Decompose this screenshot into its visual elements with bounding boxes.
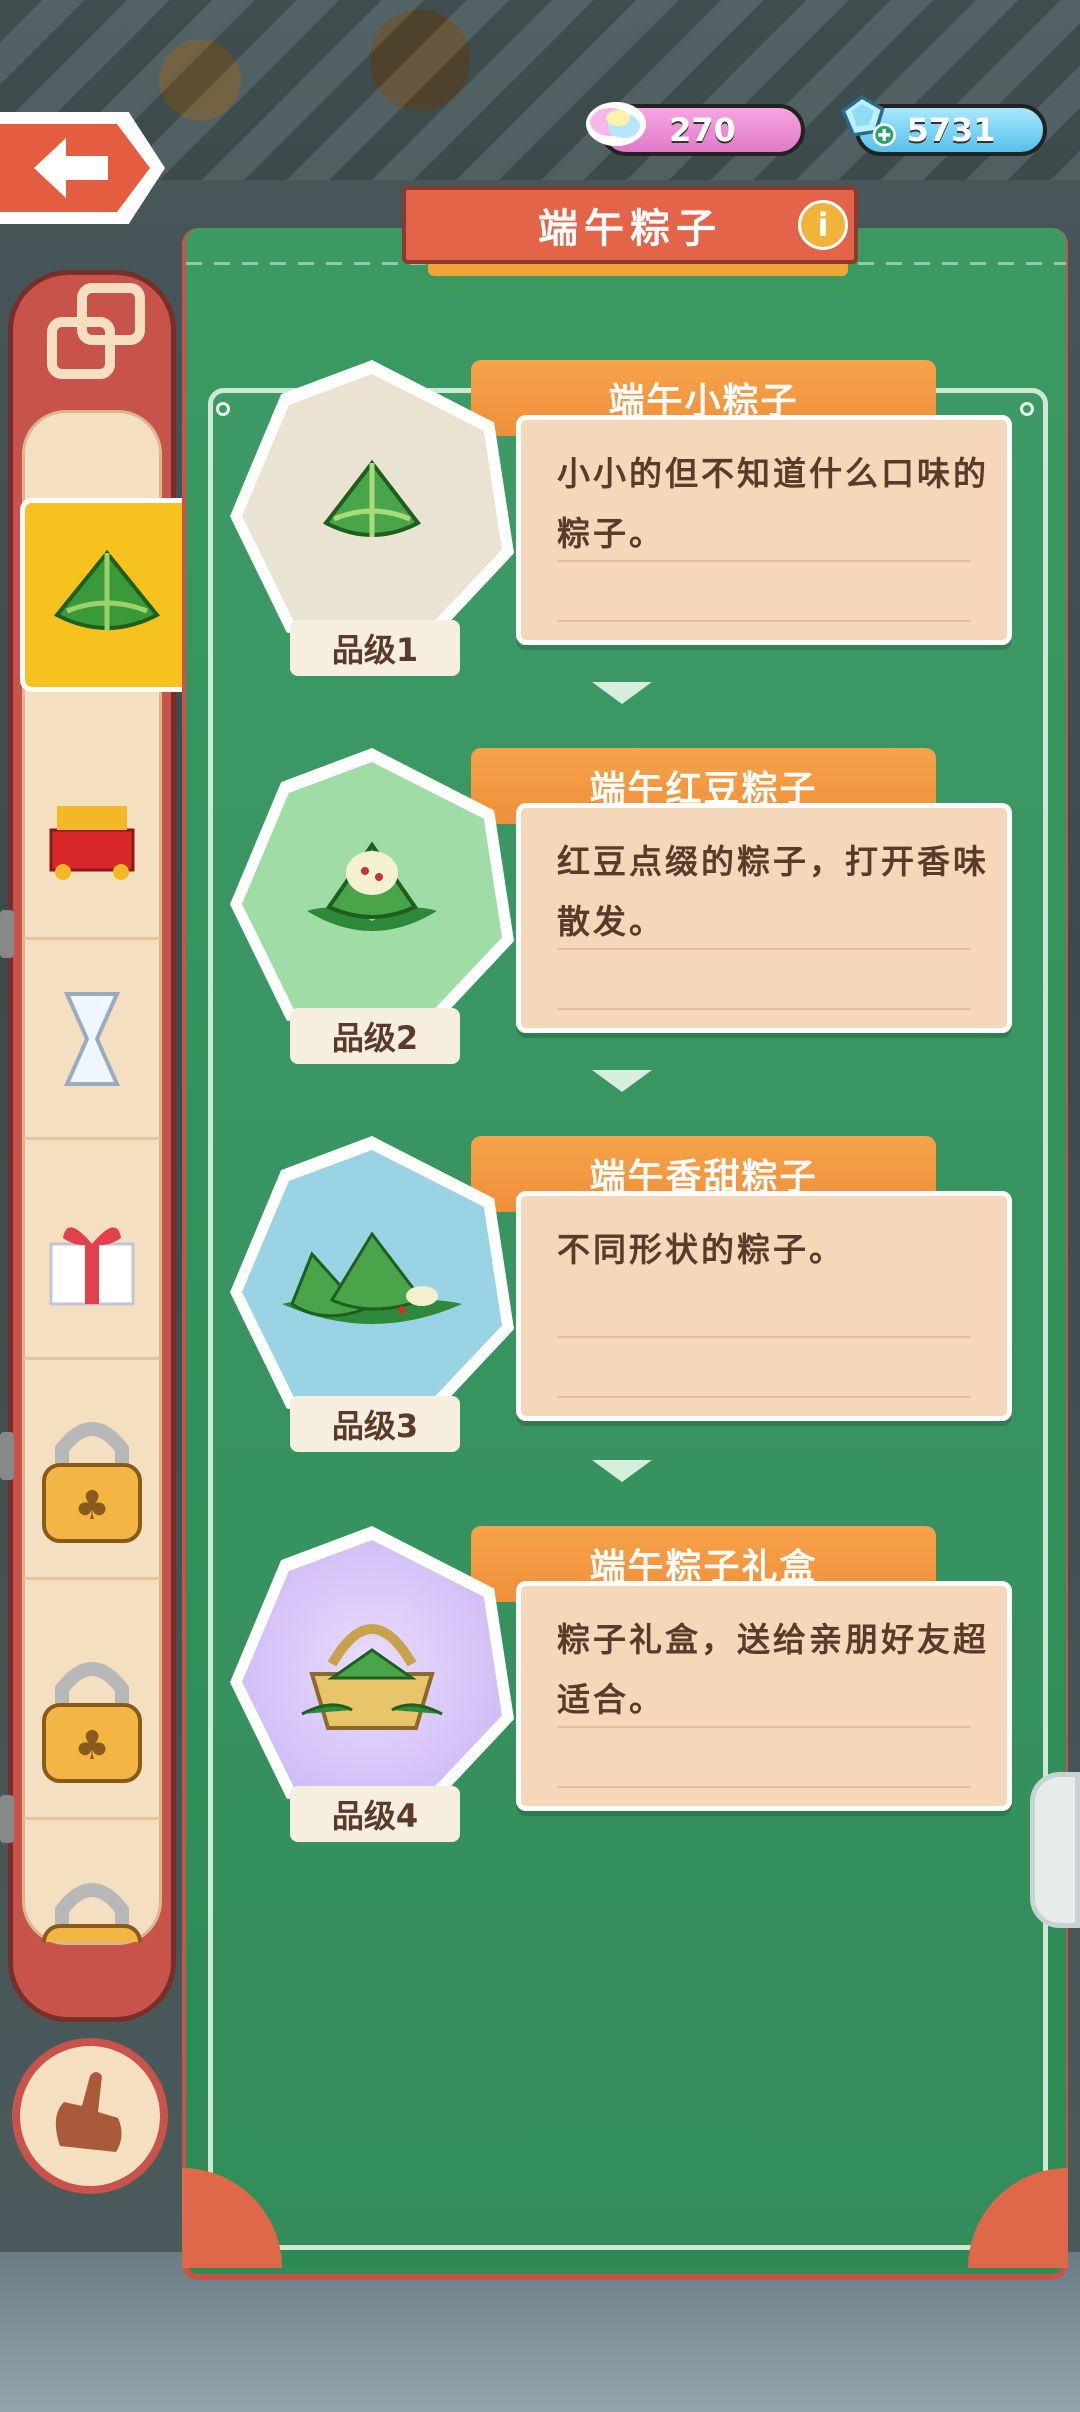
zongzi-gift-basket-icon (301, 1624, 443, 1730)
sidebar-item-zongzi[interactable] (20, 498, 194, 692)
item-grade: 品级3 (290, 1396, 460, 1452)
hourglass-icon (63, 991, 121, 1086)
collection-icon (47, 283, 145, 379)
item-description-box: 小小的但不知道什么口味的粽子。 (516, 415, 1012, 652)
item-grade: 品级1 (290, 620, 460, 676)
lock-icon: ♣ (42, 1421, 142, 1543)
svg-text:♣: ♣ (74, 1723, 110, 1769)
hand-pointer-icon (55, 2072, 122, 2152)
item-grade: 品级2 (290, 1008, 460, 1064)
item-card: 端午小粽子 小小的但不知道什么口味的粽子。 品级1 (226, 360, 1022, 676)
item-description-box: 红豆点缀的粽子，打开香味散发。 (516, 803, 1012, 1040)
sidebar-scroll-tab (0, 1432, 14, 1480)
item-description-box: 不同形状的粽子。 (516, 1191, 1012, 1428)
item-card: 端午红豆粽子 红豆点缀的粽子，打开香味散发。 品级2 (226, 748, 1022, 1064)
title-banner-ribbon (428, 262, 848, 276)
cotton-candy-count: 270 (669, 111, 736, 149)
item-description: 不同形状的粽子。 (557, 1230, 845, 1269)
sidebar-item-gift[interactable] (24, 1160, 160, 1360)
panel-title-text: 端午粽子 (538, 206, 722, 252)
back-arrow-icon (34, 138, 108, 198)
sidebar-item-locked-2[interactable]: ♣ (24, 1620, 160, 1820)
zongzi-icon (53, 549, 161, 631)
cotton-candy-icon (586, 102, 646, 146)
sidebar-item-dragon-boat[interactable] (24, 740, 160, 940)
item-description: 小小的但不知道什么口味的粽子。 (557, 454, 989, 553)
dragon-boat-icon (49, 805, 135, 880)
sweet-zongzi-icon (282, 1231, 462, 1324)
item-description: 红豆点缀的粽子，打开香味散发。 (557, 842, 989, 941)
gift-icon (49, 1226, 135, 1305)
item-card: 端午粽子礼盒 粽子礼盒，送给亲朋好友超适合。 品级4 (226, 1526, 1022, 1842)
item-card: 端午香甜粽子 不同形状的粽子。 品级3 (226, 1136, 1022, 1452)
red-bean-zongzi-icon (307, 841, 437, 931)
item-description: 粽子礼盒，送给亲朋好友超适合。 (557, 1620, 989, 1719)
side-widget[interactable] (1030, 1772, 1080, 1928)
chevron-down-icon (592, 1460, 652, 1482)
info-icon: i (817, 206, 829, 244)
lock-icon: ♣ (42, 1661, 142, 1783)
sidebar-item-hourglass[interactable] (24, 940, 160, 1140)
sidebar-scroll-tab (0, 910, 14, 958)
sidebar-item-locked-1[interactable]: ♣ (24, 1380, 160, 1580)
item-description-box: 粽子礼盒，送给亲朋好友超适合。 (516, 1581, 1012, 1818)
chevron-down-icon (592, 1070, 652, 1092)
sidebar-scroll-tab (0, 1795, 14, 1843)
small-zongzi-icon (322, 459, 422, 537)
ruled-lines (557, 1278, 971, 1428)
diamond-count: 5731 (906, 111, 996, 149)
lock-icon (42, 1883, 142, 1942)
item-grade: 品级4 (290, 1786, 460, 1842)
frame-stud (1020, 402, 1034, 416)
chevron-down-icon (592, 682, 652, 704)
info-button[interactable]: i (798, 200, 848, 250)
svg-text:♣: ♣ (74, 1483, 110, 1529)
diamond-icon (841, 95, 896, 147)
sidebar-item-locked-3[interactable] (24, 1870, 160, 1942)
pointer-button[interactable] (12, 2038, 168, 2194)
panel-title: 端午粽子 (402, 186, 858, 264)
